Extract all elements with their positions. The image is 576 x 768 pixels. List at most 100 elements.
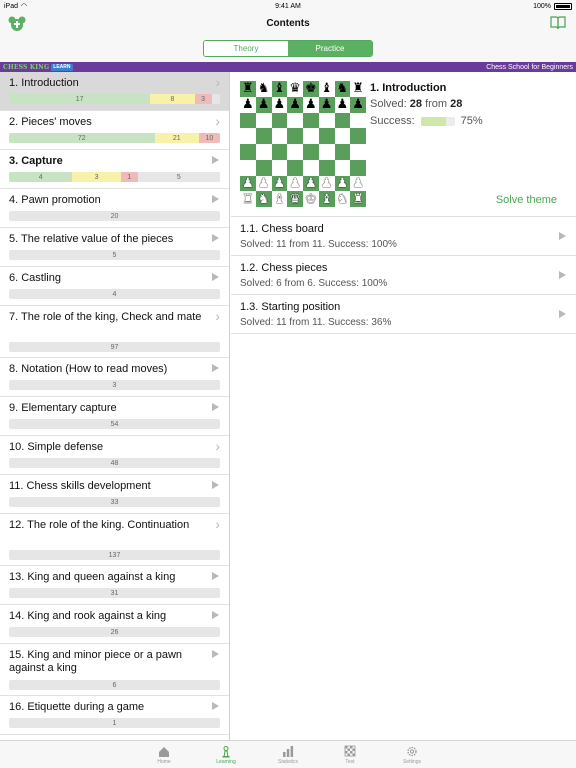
progress-segment-grey: 20 xyxy=(9,211,220,221)
success-bar xyxy=(420,116,455,126)
solve-theme-button[interactable]: Solve theme xyxy=(496,194,557,206)
board-square: ♞ xyxy=(334,81,351,97)
play-triangle-icon xyxy=(559,271,566,279)
play-triangle-icon xyxy=(212,650,219,658)
board-square: ♞ xyxy=(334,191,351,207)
tab-settings[interactable]: Settings xyxy=(381,741,443,768)
lesson-item[interactable]: 1. Introduction › 17 8 3 xyxy=(0,72,229,111)
lesson-progress-bar: 1 xyxy=(9,718,220,728)
status-right: 100% xyxy=(533,2,572,10)
board-square: ♟ xyxy=(240,175,256,192)
sub-theme-item[interactable]: 1.3. Starting position Solved: 11 from 11… xyxy=(231,295,576,334)
board-square: ♟ xyxy=(287,175,303,192)
white-queen-icon: ♛ xyxy=(289,191,301,207)
course-banner: CHESS KING LEARN Chess School for Beginn… xyxy=(0,62,576,72)
tab-test[interactable]: Test xyxy=(319,741,381,768)
lesson-item[interactable]: 4. Pawn promotion 20 xyxy=(0,189,229,228)
lesson-title: 2. Pieces' moves xyxy=(9,116,92,128)
progress-segment-grey: 33 xyxy=(9,497,220,507)
chevron-right-icon: › xyxy=(215,74,220,90)
solved-value: 28 xyxy=(409,98,423,110)
lesson-list: 1. Introduction › 17 8 3 2. Pieces' moves › 72 2… xyxy=(0,72,230,740)
black-pawn-icon: ♟ xyxy=(257,97,270,113)
board-square xyxy=(271,144,288,160)
black-pawn-icon: ♟ xyxy=(336,97,349,113)
board-square: ♟ xyxy=(240,96,256,113)
board-square: ♚ xyxy=(303,191,319,207)
sub-theme-item[interactable]: 1.1. Chess board Solved: 11 from 11. Succ… xyxy=(231,217,576,256)
white-knight-icon: ♞ xyxy=(257,191,270,207)
checkerboard-icon xyxy=(344,745,356,756)
board-square xyxy=(318,159,335,176)
board-square xyxy=(287,144,303,160)
lesson-item[interactable]: 15. King and minor piece or a pawn again… xyxy=(0,644,229,696)
lesson-item[interactable]: 9. Elementary capture 54 xyxy=(0,397,229,436)
play-triangle-icon xyxy=(212,195,219,203)
white-knight-icon: ♞ xyxy=(336,191,349,207)
battery-percent: 100% xyxy=(533,2,551,10)
lesson-item[interactable]: 3. Capture 4 3 1 5 xyxy=(0,150,229,189)
white-rook-icon: ♜ xyxy=(352,191,364,207)
lesson-item[interactable]: 8. Notation (How to read moves) 3 xyxy=(0,358,229,397)
lesson-item[interactable]: 12. The role of the king. Continuation › 1… xyxy=(0,514,229,566)
black-pawn-icon: ♟ xyxy=(320,97,333,113)
lesson-item[interactable]: 2. Pieces' moves › 72 21 10 xyxy=(0,111,229,150)
lesson-item[interactable]: 5. The relative value of the pieces 5 xyxy=(0,228,229,267)
lesson-item[interactable]: 13. King and queen against a king 31 xyxy=(0,566,229,605)
lesson-item[interactable]: 10. Simple defense › 48 xyxy=(0,436,229,475)
solved-from: from xyxy=(425,98,448,110)
board-square: ♜ xyxy=(350,191,366,207)
board-square xyxy=(287,128,303,144)
play-triangle-icon xyxy=(212,611,219,619)
board-square: ♞ xyxy=(255,191,272,207)
board-grid: ♜ ♞ ♝ ♛ ♚ ♝ ♞ ♜ ♟ ♟ ♟ ♟ ♟ ♟ ♟ ♟ ♟ ♟ ♟ ♟ ♟ ♟ ♟ ♟ ♜ ♞ ♝ ♛ ♚ ♝ ♞ ♜ xyxy=(240,81,366,207)
lesson-item[interactable]: 7. The role of the king, Check and mate ›… xyxy=(0,306,229,358)
board-square: ♟ xyxy=(255,175,272,192)
lesson-detail: ♜ ♞ ♝ ♛ ♚ ♝ ♞ ♜ ♟ ♟ ♟ ♟ ♟ ♟ ♟ ♟ ♟ ♟ ♟ ♟ ♟ ♟ ♟ ♟ ♜ ♞ ♝ ♛ ♚ ♝ ♞ ♜ 1. Intr… xyxy=(231,72,576,740)
lesson-progress-bar: 54 xyxy=(9,419,220,429)
play-triangle-icon xyxy=(212,403,219,411)
board-square xyxy=(303,112,319,129)
segment-theory[interactable]: Theory xyxy=(204,41,288,56)
segment-practice[interactable]: Practice xyxy=(288,41,372,56)
page-title: Contents xyxy=(266,18,310,29)
tab-statistics[interactable]: Statistics xyxy=(257,741,319,768)
tab-home[interactable]: Home xyxy=(133,741,195,768)
white-pawn-icon: ♟ xyxy=(336,175,349,191)
board-square xyxy=(350,128,366,144)
book-icon[interactable] xyxy=(550,16,566,30)
board-square xyxy=(334,128,351,144)
board-square: ♛ xyxy=(287,81,303,97)
board-square: ♟ xyxy=(255,96,272,113)
sub-theme-item[interactable]: 1.2. Chess pieces Solved: 6 from 6. Succe… xyxy=(231,256,576,295)
progress-segment-grey: 31 xyxy=(9,588,220,598)
lesson-item[interactable]: 16. Etiquette during a game 1 xyxy=(0,696,229,735)
white-bishop-icon: ♝ xyxy=(273,191,286,207)
board-square: ♟ xyxy=(303,175,319,192)
lesson-item[interactable]: 6. Castling 4 xyxy=(0,267,229,306)
lesson-progress-bar: 137 xyxy=(9,550,220,560)
lesson-progress-bar: 4315 xyxy=(9,172,220,182)
board-square xyxy=(271,159,288,176)
lesson-progress-bar: 5 xyxy=(9,250,220,260)
black-pawn-icon: ♟ xyxy=(352,97,364,113)
tab-learning[interactable]: Learning xyxy=(195,741,257,768)
tab-bar: Home Learning Statistics Test Settings xyxy=(0,740,576,768)
lesson-item[interactable]: 11. Chess skills development 33 xyxy=(0,475,229,514)
success-label: Success: xyxy=(370,115,415,127)
navigation-bar: Contents Theory Practice xyxy=(0,12,576,62)
progress-segment-grey: 1 xyxy=(9,718,220,728)
course-subtitle: Chess School for Beginners xyxy=(486,63,573,71)
board-square: ♟ xyxy=(318,96,335,113)
lesson-title: 1. Introduction xyxy=(9,77,79,89)
progress-segment-grey: 97 xyxy=(9,342,220,352)
board-square: ♟ xyxy=(287,96,303,113)
lesson-item[interactable]: 14. King and rook against a king 26 xyxy=(0,605,229,644)
chevron-right-icon: › xyxy=(215,438,220,454)
lesson-title: 11. Chess skills development xyxy=(9,480,151,492)
progress-segment-grey: 26 xyxy=(9,627,220,637)
board-square xyxy=(318,128,335,144)
progress-segment-grey: 137 xyxy=(9,550,220,560)
progress-segment-green: 4 xyxy=(9,172,73,182)
board-square: ♚ xyxy=(303,81,319,97)
